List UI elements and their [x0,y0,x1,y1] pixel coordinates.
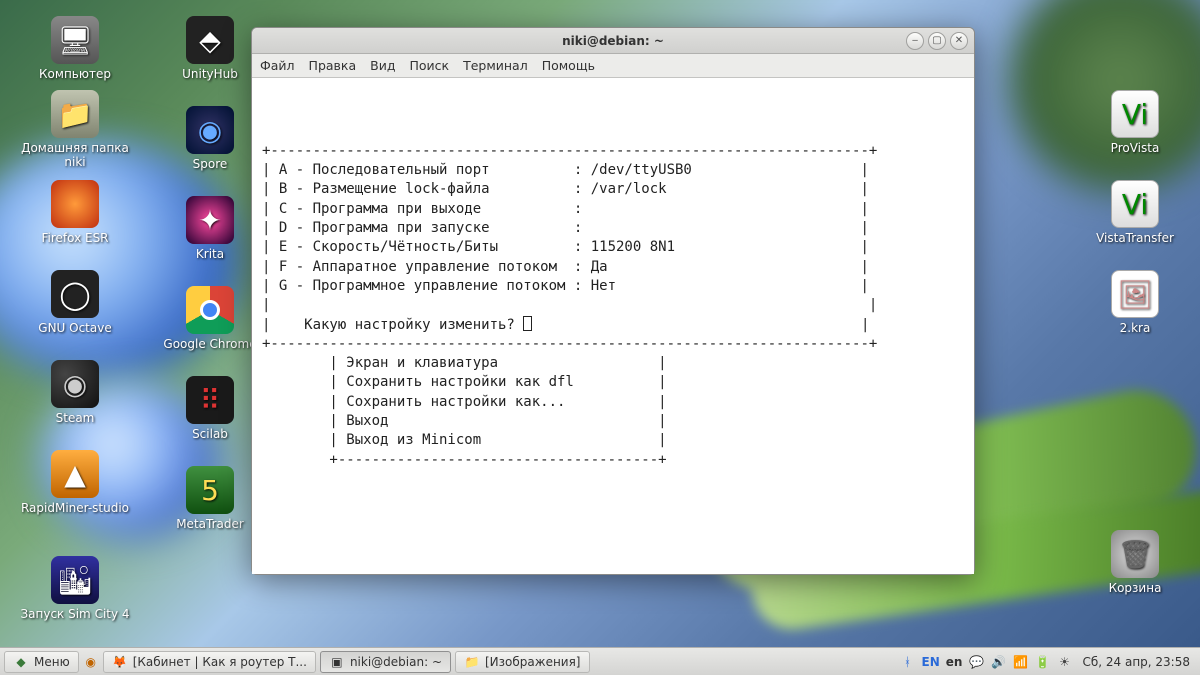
desktop-icon-запуск-sim-city-4[interactable]: 🏙 Запуск Sim City 4 [20,556,130,621]
maximize-button[interactable]: ▢ [928,32,946,50]
simcity-icon: 🏙 [51,556,99,604]
monitor-icon: 🖥 [51,16,99,64]
desktop-icon-label: UnityHub [182,67,238,81]
terminal-window: niki@debian: ~ ‒ ▢ ✕ Файл Правка Вид Поиск Т… [251,27,975,575]
clock[interactable]: Сб, 24 апр, 23:58 [1078,655,1190,669]
volume-tray-icon[interactable]: 🔊 [990,654,1006,670]
desktop-icon-label: Google Chrome [163,337,256,351]
kra-icon: 🖼 [1111,270,1159,318]
desktop-icon-krita[interactable]: ✦ Krita [155,196,265,261]
battery-tray-icon[interactable]: 🔋 [1034,654,1050,670]
desktop-icon-steam[interactable]: ◉ Steam [20,360,130,425]
rapid-icon: ▲ [51,450,99,498]
firefox-icon [51,180,99,228]
close-button[interactable]: ✕ [950,32,968,50]
desktop-icon-label: Krita [196,247,224,261]
desktop-icon-компьютер[interactable]: 🖥 Компьютер [20,16,130,81]
desktop-icon-google-chrome[interactable]: Google Chrome [155,286,265,351]
window-title: niki@debian: ~ [252,34,974,48]
terminal-cursor [523,316,532,331]
desktop-icon-gnu-octave[interactable]: ◯ GNU Octave [20,270,130,335]
start-menu-label: Меню [34,655,70,669]
octave-icon: ◯ [51,270,99,318]
meta-icon: 5 [186,466,234,514]
krita-icon: ✦ [186,196,234,244]
menu-помощь[interactable]: Помощь [542,58,595,73]
taskbar: ◆ Меню ◉ 🦊 [Кабинет | Как я роутер Т... ▣ n… [0,647,1200,675]
desktop-icon-label: Компьютер [39,67,111,81]
desktop-icon-vistatransfer[interactable]: Vi VistaTransfer [1080,180,1190,245]
trash-icon: 🗑 [1111,530,1159,578]
desktop-icon-scilab[interactable]: ⠿ Scilab [155,376,265,441]
desktop-icon-firefox-esr[interactable]: Firefox ESR [20,180,130,245]
network-tray-icon[interactable]: 📶 [1012,654,1028,670]
desktop-icon-label: Домашняя папка niki [20,141,130,169]
taskbar-item-label: [Кабинет | Как я роутер Т... [133,655,307,669]
taskbar-item-icon: 📁 [464,654,480,670]
desktop-icon-spore[interactable]: ◉ Spore [155,106,265,171]
desktop-icon-label: GNU Octave [38,321,111,335]
keyboard-layout-secondary[interactable]: en [946,655,963,669]
chat-tray-icon[interactable]: 💬 [968,654,984,670]
menubar: Файл Правка Вид Поиск Терминал Помощь [252,54,974,78]
desktop-icon-label: Spore [193,157,228,171]
taskbar-item-icon: ▣ [329,654,345,670]
desktop-icon-домашняя-папка-niki[interactable]: 📁 Домашняя папка niki [20,90,130,169]
desktop-icon-label: Steam [56,411,95,425]
menu-icon: ◆ [13,654,29,670]
taskbar-item-label: niki@debian: ~ [350,655,442,669]
menu-вид[interactable]: Вид [370,58,395,73]
unity-icon: ⬘ [186,16,234,64]
desktop-icon-label: VistaTransfer [1096,231,1174,245]
desktop-icon-unityhub[interactable]: ⬘ UnityHub [155,16,265,81]
keyboard-layout-primary[interactable]: EN [922,655,940,669]
desktop-icon-2.kra[interactable]: 🖼 2.kra [1080,270,1190,335]
desktop-icon-label: Корзина [1109,581,1162,595]
provista-icon: Vi [1111,90,1159,138]
desktop-icon-provista[interactable]: Vi ProVista [1080,90,1190,155]
desktop-icon-label: ProVista [1111,141,1160,155]
taskbar-item[interactable]: ▣ niki@debian: ~ [320,651,451,673]
folder-icon: 📁 [51,90,99,138]
menu-правка[interactable]: Правка [309,58,357,73]
system-tray: ᚼ EN en 💬 🔊 📶 🔋 ☀ Сб, 24 апр, 23:58 [900,654,1196,670]
desktop-icon-label: Firefox ESR [41,231,108,245]
brightness-tray-icon[interactable]: ☀ [1056,654,1072,670]
terminal-body[interactable]: +---------------------------------------… [252,78,974,574]
taskbar-item-icon: 🦊 [112,654,128,670]
scilab-icon: ⠿ [186,376,234,424]
spore-icon: ◉ [186,106,234,154]
menu-поиск[interactable]: Поиск [409,58,449,73]
menu-файл[interactable]: Файл [260,58,295,73]
desktop-icon-корзина[interactable]: 🗑 Корзина [1080,530,1190,595]
desktop-icon-label: 2.kra [1120,321,1151,335]
window-titlebar[interactable]: niki@debian: ~ ‒ ▢ ✕ [252,28,974,54]
taskbar-item-label: [Изображения] [485,655,581,669]
bluetooth-icon[interactable]: ᚼ [900,654,916,670]
minimize-button[interactable]: ‒ [906,32,924,50]
steam-icon: ◉ [51,360,99,408]
taskbar-item[interactable]: 🦊 [Кабинет | Как я роутер Т... [103,651,316,673]
desktop-icon-label: RapidMiner-studio [21,501,129,515]
start-menu-button[interactable]: ◆ Меню [4,651,79,673]
desktop-icon-rapidminer-studio[interactable]: ▲ RapidMiner-studio [20,450,130,515]
desktop-icon-label: Запуск Sim City 4 [20,607,129,621]
menu-терминал[interactable]: Терминал [463,58,528,73]
show-desktop-icon[interactable]: ◉ [83,654,99,670]
taskbar-item[interactable]: 📁 [Изображения] [455,651,590,673]
vistat-icon: Vi [1111,180,1159,228]
desktop-icon-label: Scilab [192,427,228,441]
desktop-icon-metatrader[interactable]: 5 MetaTrader [155,466,265,531]
desktop-icon-label: MetaTrader [176,517,244,531]
chrome-icon [186,286,234,334]
